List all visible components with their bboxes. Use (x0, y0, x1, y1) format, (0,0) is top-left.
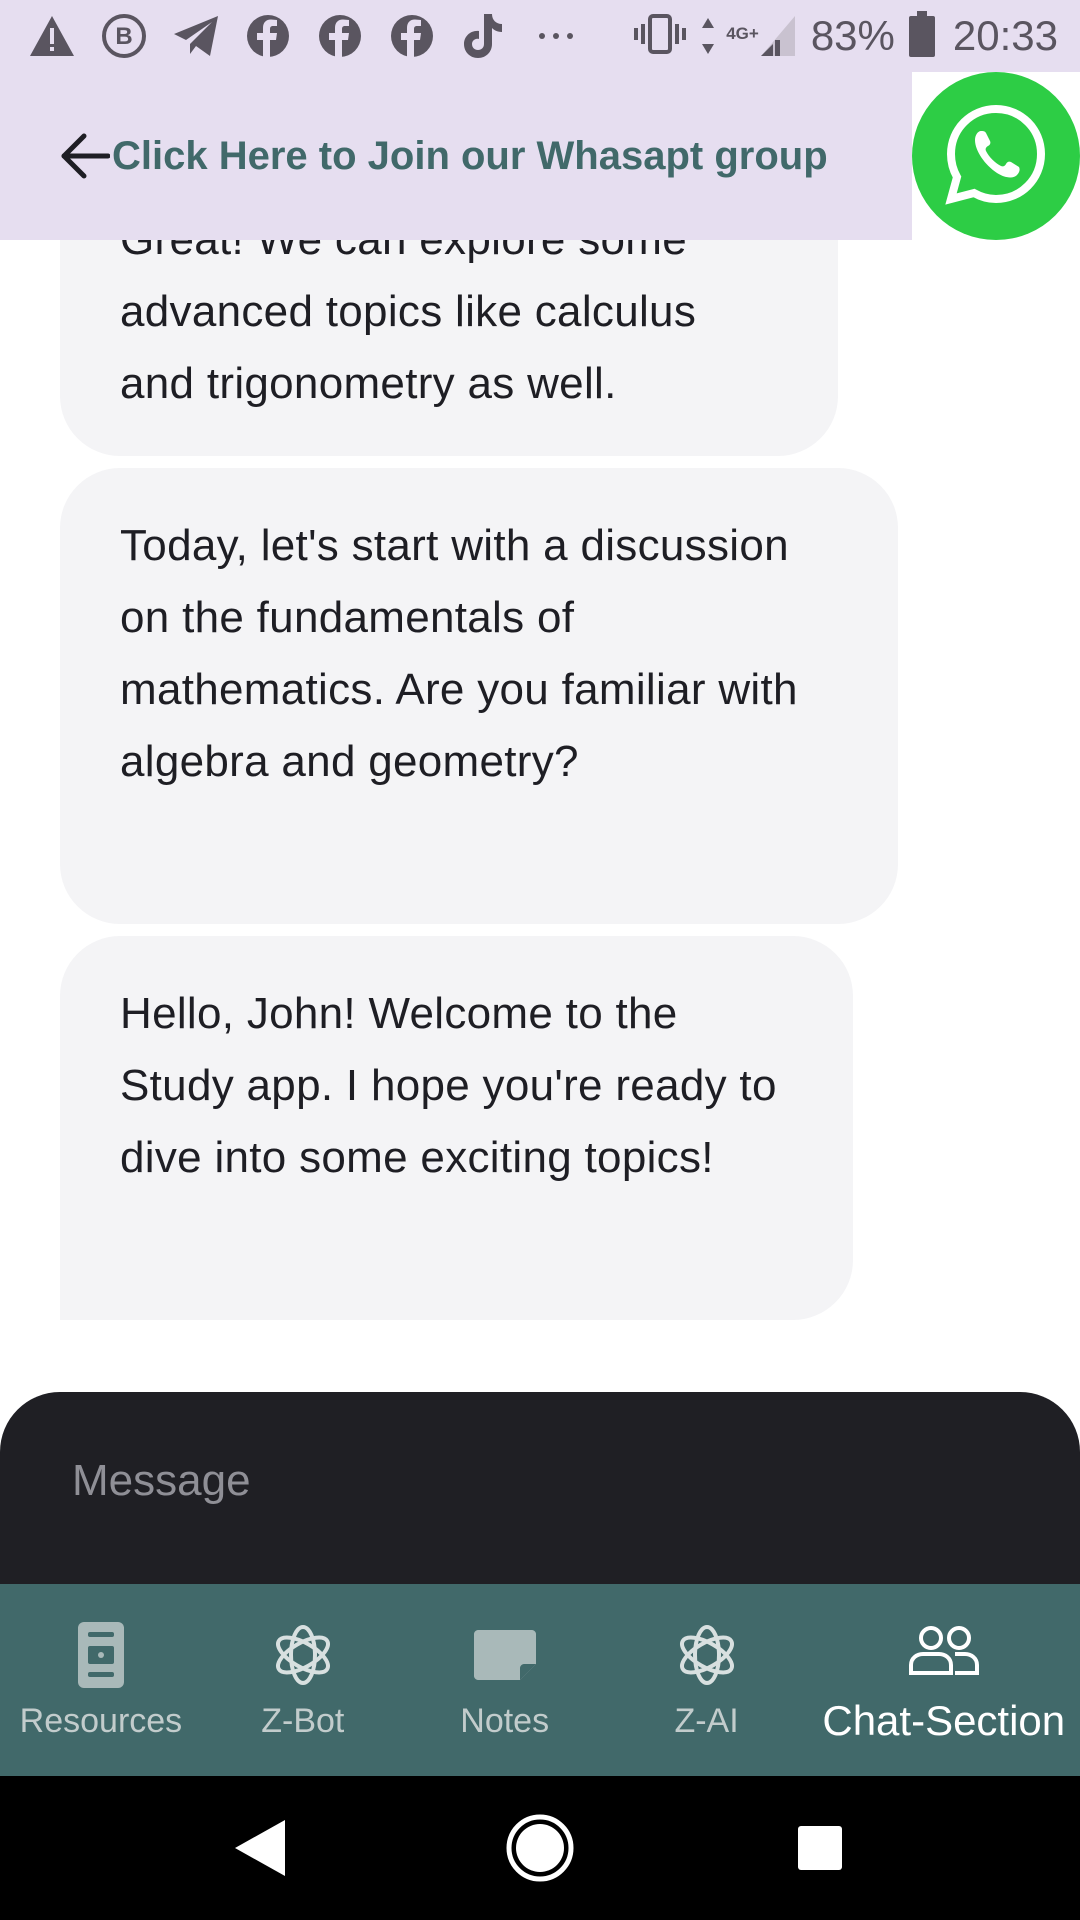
nav-item-notes[interactable]: Notes (404, 1584, 606, 1776)
nav-label: Notes (460, 1701, 550, 1740)
battery-icon (908, 10, 939, 62)
message-text: Great! We can explore some advanced topi… (120, 240, 697, 408)
openai-icon (268, 1620, 338, 1690)
message-text: Today, let's start with a discussion on … (120, 521, 798, 786)
facebook-icon (314, 10, 366, 62)
chat-messages: Great! We can explore some advanced topi… (0, 240, 1080, 1392)
message-input[interactable] (72, 1446, 972, 1516)
recents-square-icon[interactable] (775, 1803, 865, 1893)
status-bar: B 4G+ 83% 20:33 (0, 0, 1080, 72)
app-header: Click Here to Join our Whasapt group (0, 72, 912, 240)
nav-label: Resources (19, 1701, 183, 1740)
nav-item-chat-section[interactable]: Chat-Section (808, 1584, 1080, 1776)
signal-icon: 4G+ (702, 14, 797, 58)
message-bubble: Great! We can explore some advanced topi… (60, 240, 838, 456)
resources-icon (66, 1620, 136, 1690)
nav-item-z-bot[interactable]: Z-Bot (202, 1584, 404, 1776)
nav-item-resources[interactable]: Resources (0, 1584, 202, 1776)
telegram-icon (170, 10, 222, 62)
vibrate-icon (632, 12, 688, 61)
arrow-left-icon[interactable] (56, 128, 112, 184)
nav-label: Z-AI (674, 1701, 739, 1740)
bottom-navigation: Resources Z-Bot Notes Z-AI Chat-Section (0, 1584, 1080, 1776)
b-badge-icon: B (98, 10, 150, 62)
join-whatsapp-link[interactable]: Click Here to Join our Whasapt group (112, 134, 828, 179)
notification-icons: B (26, 10, 582, 62)
warning-icon (26, 10, 78, 62)
nav-label: Z-Bot (261, 1701, 345, 1740)
message-bubble: Hello, John! Welcome to the Study app. I… (60, 936, 853, 1320)
facebook-icon (242, 10, 294, 62)
battery-percent: 83% (810, 12, 895, 59)
whatsapp-icon (941, 99, 1051, 214)
whatsapp-button[interactable] (912, 72, 1080, 240)
home-circle-icon[interactable] (495, 1803, 585, 1893)
back-triangle-icon[interactable] (215, 1803, 305, 1893)
message-text: Hello, John! Welcome to the Study app. I… (120, 989, 777, 1182)
note-icon (470, 1620, 540, 1690)
more-icon (530, 10, 582, 62)
system-status: 4G+ 83% 20:33 (632, 10, 1058, 62)
tiktok-icon (458, 10, 510, 62)
nav-label: Chat-Section (822, 1697, 1066, 1744)
message-composer (0, 1392, 1080, 1584)
nav-item-z-ai[interactable]: Z-AI (606, 1584, 808, 1776)
people-icon (908, 1615, 979, 1685)
facebook-icon (386, 10, 438, 62)
system-navigation-bar (0, 1776, 1080, 1920)
network-type: 4G+ (726, 24, 759, 43)
openai-icon (672, 1620, 742, 1690)
clock: 20:33 (952, 12, 1058, 59)
message-bubble: Today, let's start with a discussion on … (60, 468, 898, 924)
svg-text:B: B (115, 23, 132, 50)
